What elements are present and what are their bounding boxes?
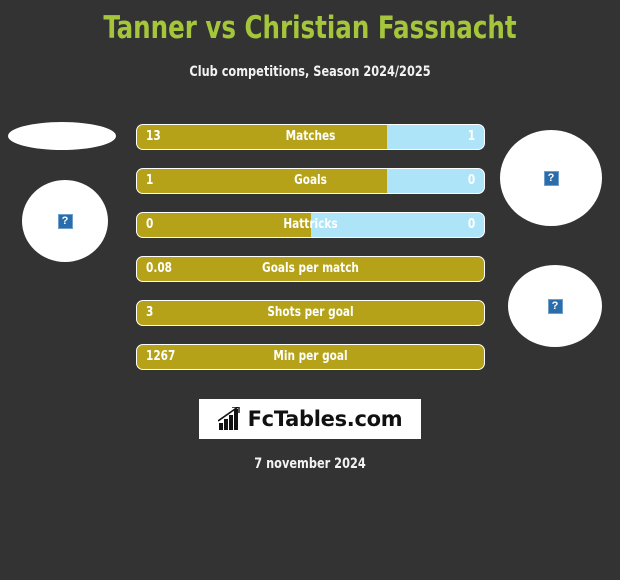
broken-image-icon: ? (57, 213, 73, 229)
page-subtitle: Club competitions, Season 2024/2025 (189, 64, 431, 80)
table-row: 13 Matches 1 (136, 124, 485, 150)
player1-photo-placeholder: ? (22, 180, 108, 262)
table-row: 1 Goals 0 (136, 168, 485, 194)
player2-flag-placeholder: ? (508, 265, 602, 347)
bar-chart-growth-icon (217, 407, 240, 430)
player2-photo-placeholder: ? (500, 130, 602, 226)
table-row: 3 Shots per goal (136, 300, 485, 326)
page-title: Tanner vs Christian Fassnacht (103, 10, 517, 46)
stat-label: Hattricks (283, 217, 338, 232)
stats-bar-list: 13 Matches 1 1 Goals 0 0 Hattricks 0 0.0… (136, 124, 485, 388)
broken-image-icon: ? (547, 298, 563, 314)
player1-flag-placeholder (8, 122, 116, 150)
date-label: 7 november 2024 (254, 456, 366, 472)
stat-label: Goals per match (262, 261, 359, 276)
player2-value: 0 (467, 217, 475, 232)
player1-value: 1 (146, 173, 154, 188)
logo-text: FcTables.com (247, 407, 403, 431)
stat-label: Matches (285, 129, 336, 144)
stat-label: Min per goal (273, 349, 348, 364)
player2-value: 1 (467, 129, 475, 144)
stat-label: Goals (294, 173, 327, 188)
table-row: 0.08 Goals per match (136, 256, 485, 282)
player1-value: 3 (146, 305, 154, 320)
player2-value: 0 (467, 173, 475, 188)
stat-label: Shots per goal (267, 305, 354, 320)
table-row: 1267 Min per goal (136, 344, 485, 370)
table-row: 0 Hattricks 0 (136, 212, 485, 238)
broken-image-icon: ? (543, 170, 559, 186)
player1-value: 0 (146, 217, 154, 232)
comparison-infographic: Tanner vs Christian Fassnacht Club compe… (0, 0, 620, 580)
fctables-logo[interactable]: FcTables.com (199, 399, 421, 439)
